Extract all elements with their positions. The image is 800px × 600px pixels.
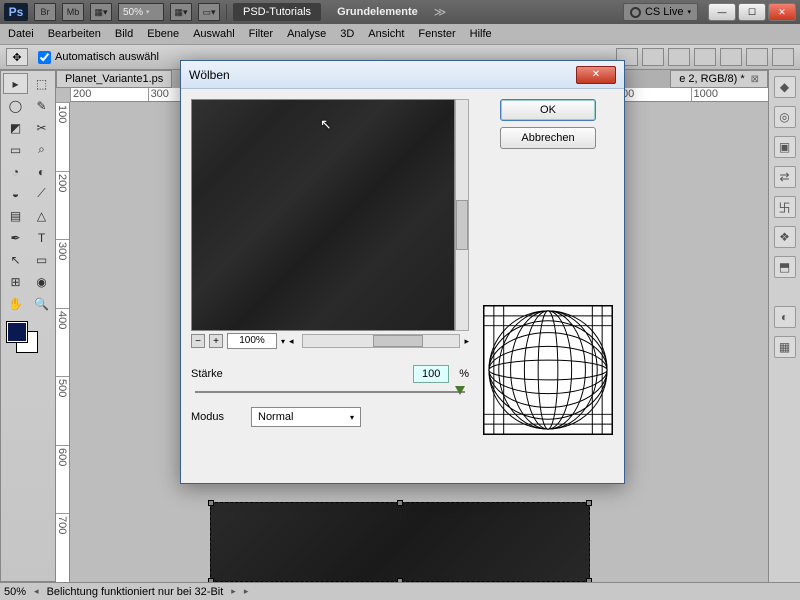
- eraser-tool[interactable]: ◒: [3, 183, 28, 204]
- menu-filter[interactable]: Filter: [249, 28, 273, 40]
- document-tab[interactable]: Planet_Variante1.ps: [56, 70, 172, 88]
- application-bar: Ps Br Mb ▦▾ 50% ▦▾ ▭▾ PSD-Tutorials Grun…: [0, 0, 800, 24]
- menu-auswahl[interactable]: Auswahl: [193, 28, 235, 40]
- eyedropper-tool[interactable]: ✂: [29, 117, 54, 138]
- menu-datei[interactable]: Datei: [8, 28, 34, 40]
- preview-scrollbar-horizontal[interactable]: [302, 334, 461, 348]
- workspace-grundelemente[interactable]: Grundelemente: [327, 3, 428, 21]
- cs-live-button[interactable]: CS Live▾: [623, 3, 698, 21]
- cursor-icon: ↖: [320, 116, 332, 133]
- menu-hilfe[interactable]: Hilfe: [470, 28, 492, 40]
- cs-live-icon: [630, 7, 641, 18]
- arrange-button[interactable]: ▦▾: [170, 3, 192, 21]
- styles-panel-icon[interactable]: ▣: [774, 136, 796, 158]
- tool-panel: ▸ ⬚ ◯ ✎ ◩ ✂ ▭ ⌕ ◔ ◐ ◒ ⟋ ▤ △ ✒ T ↖ ▭ ⊞ ◉ …: [0, 70, 56, 582]
- dialog-titlebar[interactable]: Wölben ✕: [181, 61, 624, 89]
- path-select-tool[interactable]: ↖: [3, 249, 28, 270]
- zoom-dropdown[interactable]: 50%: [118, 3, 164, 21]
- zoom-tool[interactable]: 🔍: [29, 293, 54, 314]
- strength-input[interactable]: [413, 365, 449, 383]
- ok-button[interactable]: OK: [500, 99, 596, 121]
- spherize-diagram: [483, 305, 613, 435]
- bridge-button[interactable]: Br: [34, 3, 56, 21]
- menu-fenster[interactable]: Fenster: [418, 28, 455, 40]
- adjustments-panel-icon[interactable]: ⇄: [774, 166, 796, 188]
- status-bar: 50% ◂ Belichtung funktioniert nur bei 32…: [0, 582, 800, 600]
- document-tab[interactable]: e 2, RGB/8) *⊠: [670, 70, 768, 88]
- hand-tool[interactable]: ✋: [3, 293, 28, 314]
- menu-ebene[interactable]: Ebene: [147, 28, 179, 40]
- align-button[interactable]: [772, 48, 794, 66]
- preview-zoom-value[interactable]: 100%: [227, 333, 277, 349]
- auto-select-checkbox[interactable]: Automatisch auswähl: [38, 51, 159, 64]
- dialog-title: Wölben: [189, 68, 230, 82]
- dialog-close-button[interactable]: ✕: [576, 66, 616, 84]
- maximize-button[interactable]: ☐: [738, 3, 766, 21]
- lasso-tool[interactable]: ◯: [3, 95, 28, 116]
- layers-panel-icon[interactable]: ❖: [774, 226, 796, 248]
- minimize-button[interactable]: —: [708, 3, 736, 21]
- menu-bar: Datei Bearbeiten Bild Ebene Auswahl Filt…: [0, 24, 800, 44]
- strength-label: Stärke: [191, 368, 241, 380]
- status-message: Belichtung funktioniert nur bei 32-Bit: [47, 586, 224, 598]
- mode-label: Modus: [191, 411, 241, 423]
- align-button[interactable]: [694, 48, 716, 66]
- close-tab-icon[interactable]: ⊠: [751, 74, 759, 85]
- menu-3d[interactable]: 3D: [340, 28, 354, 40]
- brush-tool[interactable]: ⌕: [29, 139, 54, 160]
- pen-tool[interactable]: ✒: [3, 227, 28, 248]
- channels-panel-icon[interactable]: ⬒: [774, 256, 796, 278]
- view-extras-button[interactable]: ▦▾: [90, 3, 112, 21]
- masks-panel-icon[interactable]: 卐: [774, 196, 796, 218]
- history-brush-tool[interactable]: ◐: [29, 161, 54, 182]
- close-window-button[interactable]: ✕: [768, 3, 796, 21]
- status-zoom[interactable]: 50%: [4, 586, 26, 598]
- dodge-tool[interactable]: △: [29, 205, 54, 226]
- color-panel-icon[interactable]: ◆: [774, 76, 796, 98]
- menu-ansicht[interactable]: Ansicht: [368, 28, 404, 40]
- zoom-out-button[interactable]: −: [191, 334, 205, 348]
- 3d-camera-tool[interactable]: ◉: [29, 271, 54, 292]
- cancel-button[interactable]: Abbrechen: [500, 127, 596, 149]
- stamp-tool[interactable]: ◔: [3, 161, 28, 182]
- right-dock: ◆ ◎ ▣ ⇄ 卐 ❖ ⬒ ◐ ▦: [768, 70, 800, 582]
- document-canvas[interactable]: [210, 502, 590, 582]
- menu-bild[interactable]: Bild: [115, 28, 133, 40]
- crop-tool[interactable]: ◩: [3, 117, 28, 138]
- mode-dropdown[interactable]: Normal: [251, 407, 361, 427]
- preview-scrollbar-vertical[interactable]: [455, 99, 469, 331]
- move-tool-icon[interactable]: ✥: [6, 48, 28, 66]
- app-logo-icon: Ps: [4, 3, 28, 21]
- screen-mode-button[interactable]: ▭▾: [198, 3, 220, 21]
- shape-tool[interactable]: ▭: [29, 249, 54, 270]
- menu-bearbeiten[interactable]: Bearbeiten: [48, 28, 101, 40]
- color-swatches[interactable]: [3, 320, 53, 350]
- align-button[interactable]: [746, 48, 768, 66]
- history-panel-icon[interactable]: ◐: [774, 306, 796, 328]
- workspace-more-icon[interactable]: ≫: [434, 5, 447, 19]
- align-button[interactable]: [668, 48, 690, 66]
- foreground-color-swatch[interactable]: [7, 322, 27, 342]
- zoom-in-button[interactable]: +: [209, 334, 223, 348]
- heal-tool[interactable]: ▭: [3, 139, 28, 160]
- swatches-panel-icon[interactable]: ◎: [774, 106, 796, 128]
- 3d-tool[interactable]: ⊞: [3, 271, 28, 292]
- move-tool[interactable]: ▸: [3, 73, 28, 94]
- quick-select-tool[interactable]: ✎: [29, 95, 54, 116]
- vertical-ruler: 100200300400500600700: [56, 102, 70, 582]
- gradient-tool[interactable]: ⟋: [29, 183, 54, 204]
- blur-tool[interactable]: ▤: [3, 205, 28, 226]
- spherize-dialog: Wölben ✕ ↖ − + 100% ▾ ◂ ▸ Stärke: [180, 60, 625, 484]
- preview-area[interactable]: ↖: [191, 99, 455, 331]
- workspace-psd-tutorials[interactable]: PSD-Tutorials: [233, 3, 321, 21]
- align-button[interactable]: [720, 48, 742, 66]
- type-tool[interactable]: T: [29, 227, 54, 248]
- marquee-tool[interactable]: ⬚: [29, 73, 54, 94]
- actions-panel-icon[interactable]: ▦: [774, 336, 796, 358]
- minibridge-button[interactable]: Mb: [62, 3, 84, 21]
- align-button[interactable]: [642, 48, 664, 66]
- strength-unit: %: [459, 368, 469, 380]
- strength-slider[interactable]: [195, 391, 465, 393]
- menu-analyse[interactable]: Analyse: [287, 28, 326, 40]
